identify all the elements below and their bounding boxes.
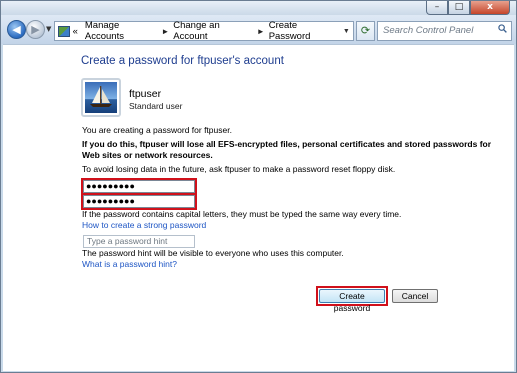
breadcrumb-manage-accounts[interactable]: Manage Accounts bbox=[85, 20, 157, 42]
confirm-password-field[interactable]: ●●●●●●●●● bbox=[83, 195, 195, 208]
user-type: Standard user bbox=[129, 101, 183, 111]
password-hint-link[interactable]: What is a password hint? bbox=[82, 259, 177, 269]
minimize-button[interactable]: – bbox=[426, 1, 448, 15]
avatar bbox=[81, 78, 121, 117]
refresh-button[interactable]: ⟳ bbox=[356, 21, 375, 41]
recent-pages-dropdown[interactable]: ▼ bbox=[46, 25, 51, 33]
back-button[interactable]: ◀ bbox=[7, 20, 26, 39]
control-panel-window: – □ x ◀ ▶ ▼ « Manage Accounts ► Change a… bbox=[0, 0, 517, 373]
caps-note: If the password contains capital letters… bbox=[82, 209, 402, 219]
warning-text-line1: If you do this, ftpuser will lose all EF… bbox=[82, 139, 492, 149]
page-title: Create a password for ftpuser's account bbox=[81, 55, 284, 67]
user-name: ftpuser bbox=[129, 88, 162, 100]
control-panel-icon bbox=[58, 25, 70, 37]
sailboat-icon bbox=[85, 82, 117, 113]
password-hint-field[interactable]: Type a password hint bbox=[83, 235, 195, 248]
breadcrumb-create-password[interactable]: Create Password bbox=[269, 20, 339, 42]
navigation-toolbar: ◀ ▶ ▼ « Manage Accounts ► Change an Acco… bbox=[1, 15, 516, 44]
info-text: You are creating a password for ftpuser. bbox=[82, 125, 232, 135]
address-bar[interactable]: « Manage Accounts ► Change an Account ► … bbox=[54, 20, 354, 42]
hint-note: The password hint will be visible to eve… bbox=[82, 248, 344, 258]
address-dropdown-icon[interactable]: ▼ bbox=[338, 27, 353, 35]
maximize-button[interactable]: □ bbox=[448, 1, 470, 15]
search-input[interactable]: Search Control Panel bbox=[377, 21, 512, 41]
advice-text: To avoid losing data in the future, ask … bbox=[82, 164, 396, 174]
warning-text-line2: Web sites or network resources. bbox=[82, 150, 213, 160]
cancel-button[interactable]: Cancel bbox=[392, 289, 438, 303]
forward-button[interactable]: ▶ bbox=[26, 20, 45, 39]
search-icon[interactable] bbox=[498, 24, 507, 33]
breadcrumb-overflow[interactable]: « bbox=[73, 26, 78, 37]
strong-password-link[interactable]: How to create a strong password bbox=[82, 220, 206, 230]
create-password-button[interactable]: Create password bbox=[319, 289, 385, 313]
title-bar: – □ x bbox=[1, 1, 516, 15]
close-button[interactable]: x bbox=[470, 1, 510, 15]
chevron-right-icon[interactable]: ► bbox=[161, 27, 169, 36]
search-placeholder: Search Control Panel bbox=[383, 25, 474, 36]
content-pane: Create a password for ftpuser's account … bbox=[3, 44, 514, 371]
new-password-field[interactable]: ●●●●●●●●● bbox=[83, 180, 195, 193]
chevron-right-icon[interactable]: ► bbox=[257, 27, 265, 36]
caption-buttons: – □ x bbox=[426, 1, 510, 15]
breadcrumb-change-account[interactable]: Change an Account bbox=[173, 20, 253, 42]
